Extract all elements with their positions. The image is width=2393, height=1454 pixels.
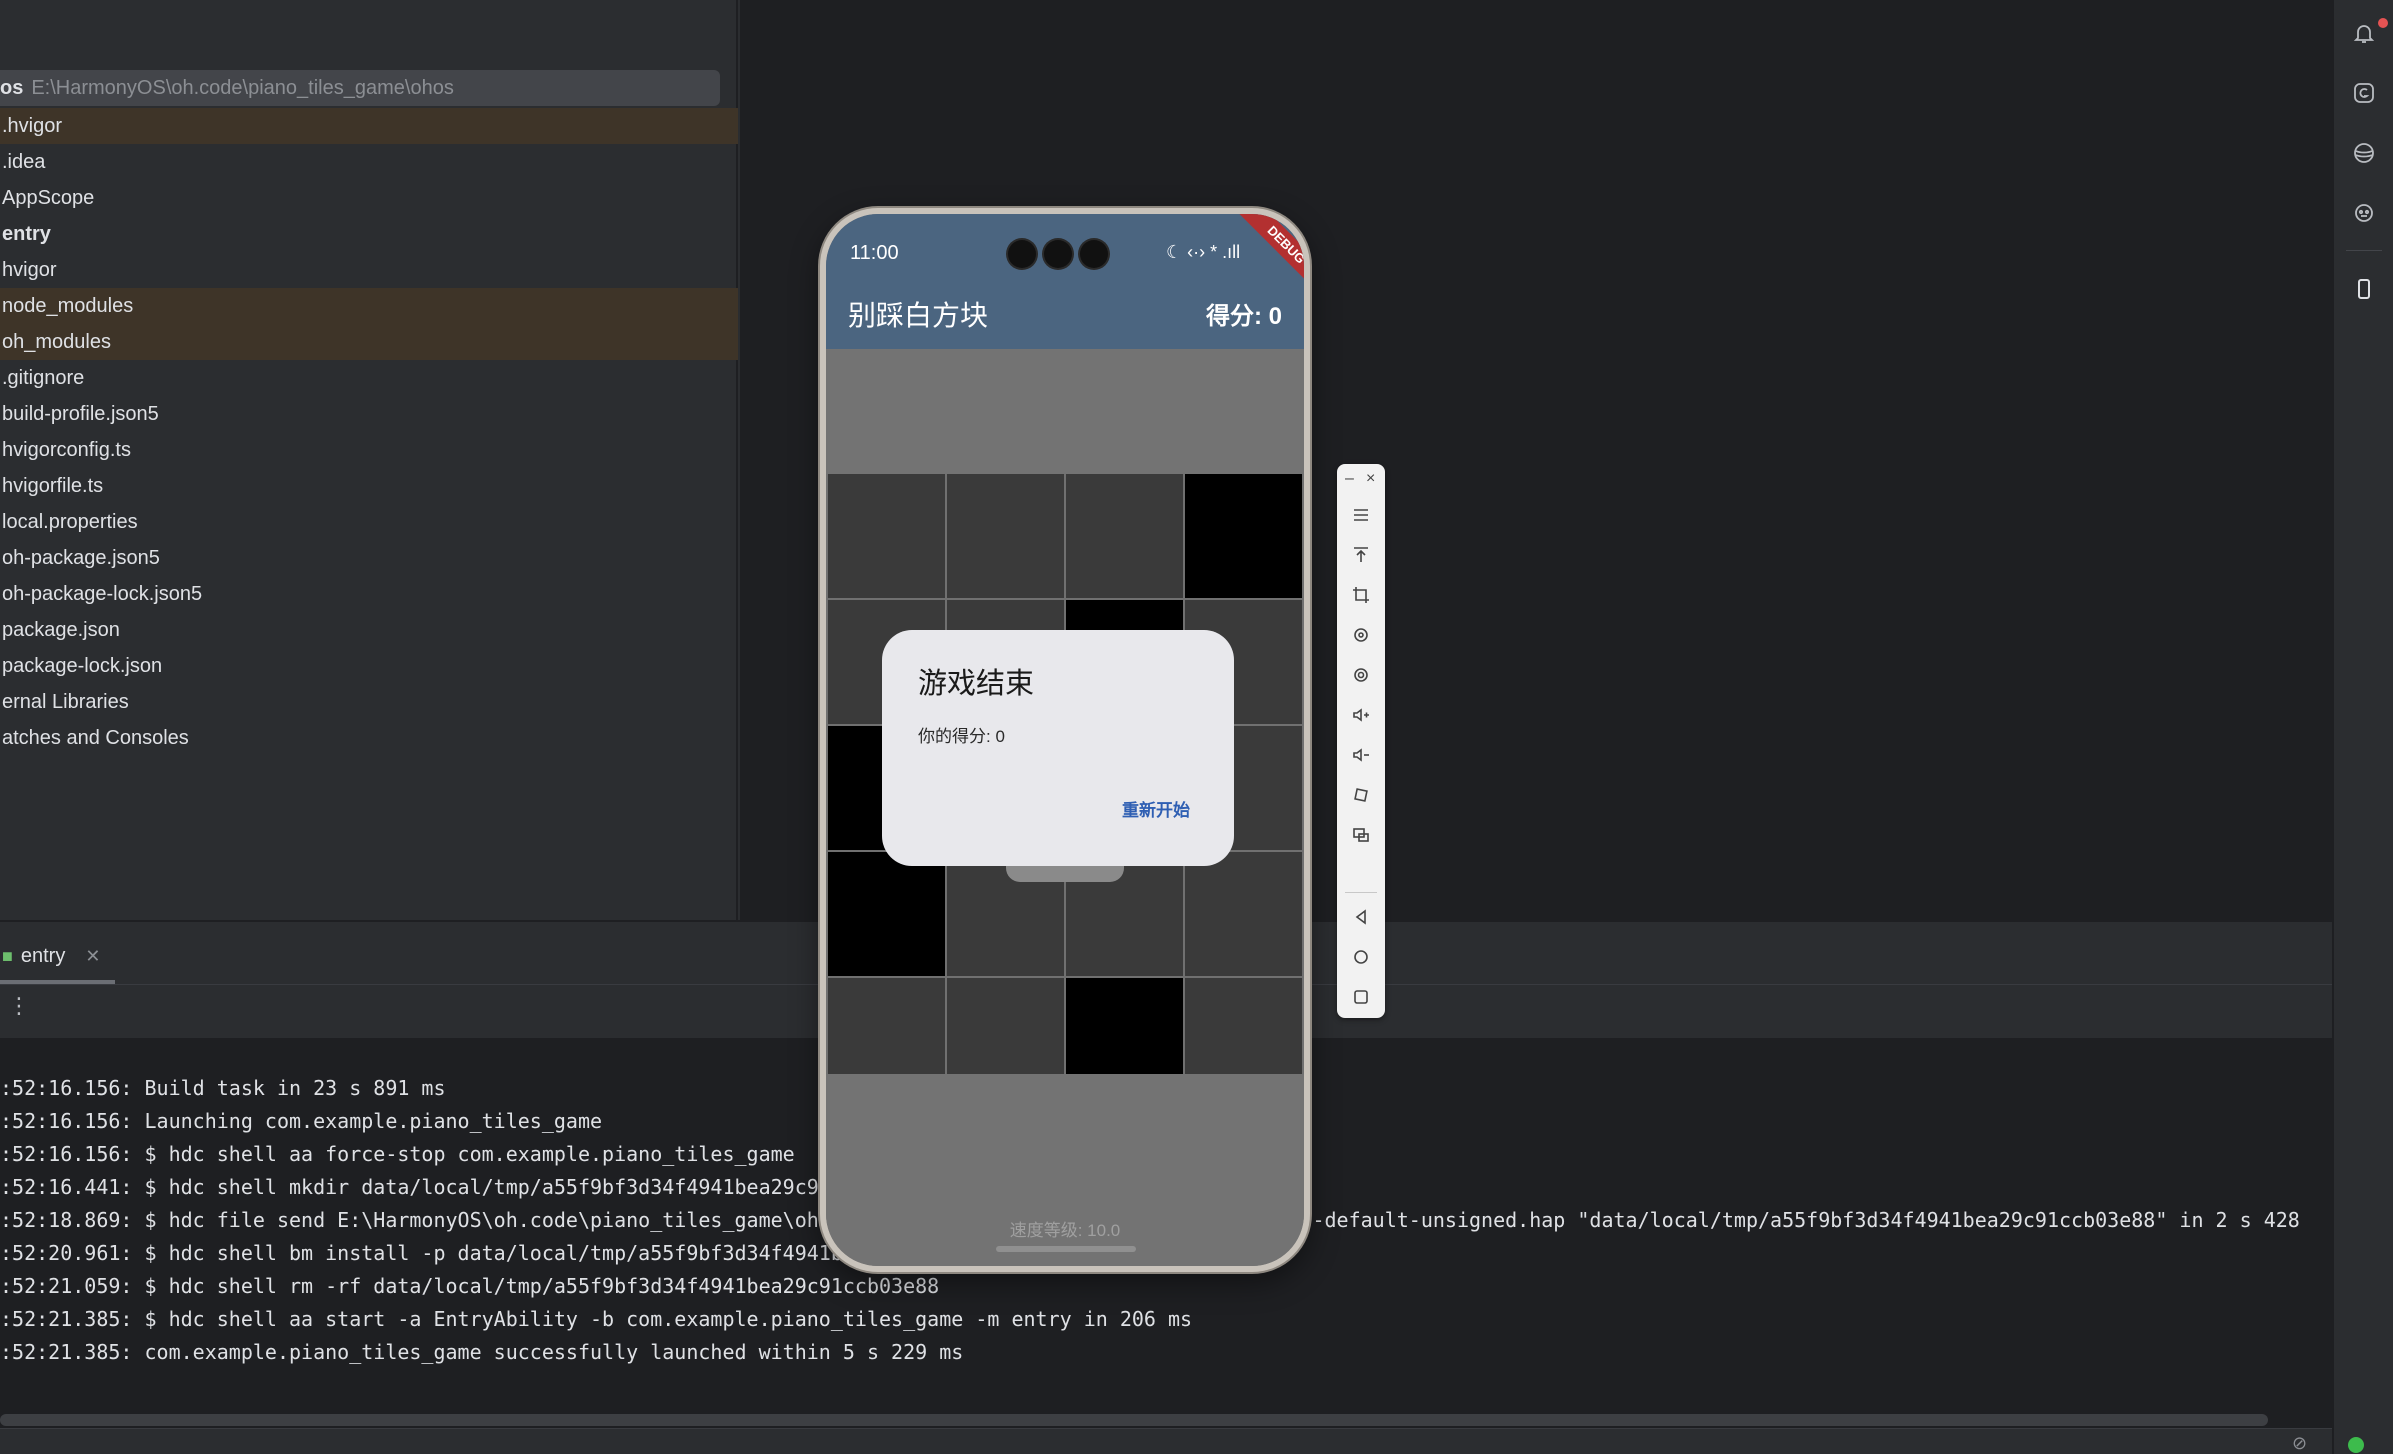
home-indicator[interactable] bbox=[996, 1246, 1136, 1252]
volume-up-icon[interactable] bbox=[1346, 700, 1376, 730]
speed-level-label: 速度等级: 10.0 bbox=[1009, 1221, 1121, 1240]
close-tab-icon[interactable]: ✕ bbox=[85, 946, 100, 967]
dialog-title: 游戏结束 bbox=[918, 668, 1035, 700]
tree-item[interactable]: .gitignore bbox=[0, 360, 738, 396]
codegenie-icon[interactable] bbox=[2349, 78, 2379, 108]
device-icon[interactable] bbox=[2349, 274, 2379, 304]
project-panel: os E:\HarmonyOS\oh.code\piano_tiles_game… bbox=[0, 0, 738, 920]
game-over-dialog: 游戏结束 你的得分: 0 重新开始 bbox=[882, 630, 1234, 866]
tree-item[interactable]: local.properties bbox=[0, 504, 738, 540]
crop-icon[interactable] bbox=[1346, 580, 1376, 610]
white-tile[interactable] bbox=[1185, 852, 1302, 976]
notification-badge bbox=[2378, 18, 2388, 28]
camera-icon bbox=[1008, 240, 1036, 268]
tree-item[interactable]: hvigorfile.ts bbox=[0, 468, 738, 504]
home-icon[interactable] bbox=[1346, 942, 1376, 972]
right-tool-strip bbox=[2332, 0, 2393, 1454]
close-icon[interactable]: × bbox=[1366, 470, 1375, 488]
toolbar-separator bbox=[1345, 892, 1377, 893]
restart-button[interactable]: 重新开始 bbox=[1122, 796, 1190, 821]
tree-item[interactable]: package.json bbox=[0, 612, 738, 648]
fold-icon[interactable] bbox=[1346, 780, 1376, 810]
tree-item[interactable]: atches and Consoles bbox=[0, 720, 738, 756]
location-icon[interactable] bbox=[1346, 660, 1376, 690]
tree-item[interactable]: hvigorconfig.ts bbox=[0, 432, 738, 468]
black-tile[interactable] bbox=[1185, 474, 1302, 598]
power-save-icon[interactable]: ⊘ bbox=[2292, 1433, 2307, 1454]
play-area-top bbox=[826, 349, 1304, 474]
tree-item[interactable]: oh-package.json5 bbox=[0, 540, 738, 576]
multi-screen-icon[interactable] bbox=[1346, 820, 1376, 850]
minimize-icon[interactable]: – bbox=[1345, 470, 1354, 488]
white-tile[interactable] bbox=[947, 474, 1064, 598]
tree-item[interactable]: ernal Libraries bbox=[0, 684, 738, 720]
black-tile[interactable] bbox=[828, 852, 945, 976]
tree-item[interactable]: AppScope bbox=[0, 180, 738, 216]
tree-item[interactable]: oh-package-lock.json5 bbox=[0, 576, 738, 612]
camera-icon bbox=[1080, 240, 1108, 268]
score-label: 得分: 0 bbox=[1205, 303, 1282, 330]
notifications-icon[interactable] bbox=[2349, 18, 2379, 48]
tree-item[interactable]: hvigor bbox=[0, 252, 738, 288]
console-line: :52:21.385: com.example.piano_tiles_game… bbox=[0, 1340, 964, 1364]
assistant-icon[interactable] bbox=[2349, 198, 2379, 228]
white-tile[interactable] bbox=[1066, 474, 1183, 598]
run-tab-label: entry bbox=[20, 944, 66, 967]
app-title: 别踩白方块 bbox=[848, 300, 989, 331]
tree-item[interactable]: entry bbox=[0, 216, 738, 252]
volume-down-icon[interactable] bbox=[1346, 740, 1376, 770]
app-header: 11:00 ☾ ‹·› * .ıll 别踩白方块 得分: 0 bbox=[826, 214, 1304, 349]
status-icons: ☾ ‹·› * .ıll bbox=[1166, 242, 1241, 262]
tree-item[interactable]: node_modules bbox=[0, 288, 738, 324]
project-root-row[interactable]: os E:\HarmonyOS\oh.code\piano_tiles_game… bbox=[0, 70, 720, 106]
project-root-name: os bbox=[0, 76, 24, 99]
run-tab-entry[interactable]: ■ entry ✕ bbox=[0, 936, 100, 976]
console-line: :52:21.385: $ hdc shell aa start -a Entr… bbox=[0, 1307, 1193, 1331]
white-tile[interactable] bbox=[828, 474, 945, 598]
status-time: 11:00 bbox=[850, 242, 899, 264]
console-line: :52:21.059: $ hdc shell rm -rf data/loca… bbox=[0, 1274, 940, 1298]
device-manager-icon[interactable] bbox=[2349, 138, 2379, 168]
pin-top-icon[interactable] bbox=[1346, 540, 1376, 570]
tree-item[interactable]: oh_modules bbox=[0, 324, 738, 360]
camera-icon bbox=[1044, 240, 1072, 268]
strip-separator bbox=[2346, 250, 2382, 251]
dialog-score-message: 你的得分: 0 bbox=[918, 727, 1005, 746]
more-options-icon[interactable]: ⋮ bbox=[8, 993, 30, 1019]
emulator-toolbar: – × bbox=[1337, 464, 1385, 1018]
tree-item[interactable]: .idea bbox=[0, 144, 738, 180]
module-icon: ■ bbox=[2, 945, 13, 966]
rotate-icon[interactable] bbox=[1346, 620, 1376, 650]
status-bar: ⊘ bbox=[0, 1428, 2332, 1454]
recent-icon[interactable] bbox=[1346, 982, 1376, 1012]
horizontal-scrollbar[interactable] bbox=[0, 1414, 2268, 1426]
back-icon[interactable] bbox=[1346, 902, 1376, 932]
menu-icon[interactable] bbox=[1346, 500, 1376, 530]
tree-item[interactable]: package-lock.json bbox=[0, 648, 738, 684]
tree-item[interactable]: build-profile.json5 bbox=[0, 396, 738, 432]
tree-item[interactable]: .hvigor bbox=[0, 108, 738, 144]
project-root-path: E:\HarmonyOS\oh.code\piano_tiles_game\oh… bbox=[31, 76, 454, 99]
status-indicator bbox=[2348, 1437, 2364, 1453]
